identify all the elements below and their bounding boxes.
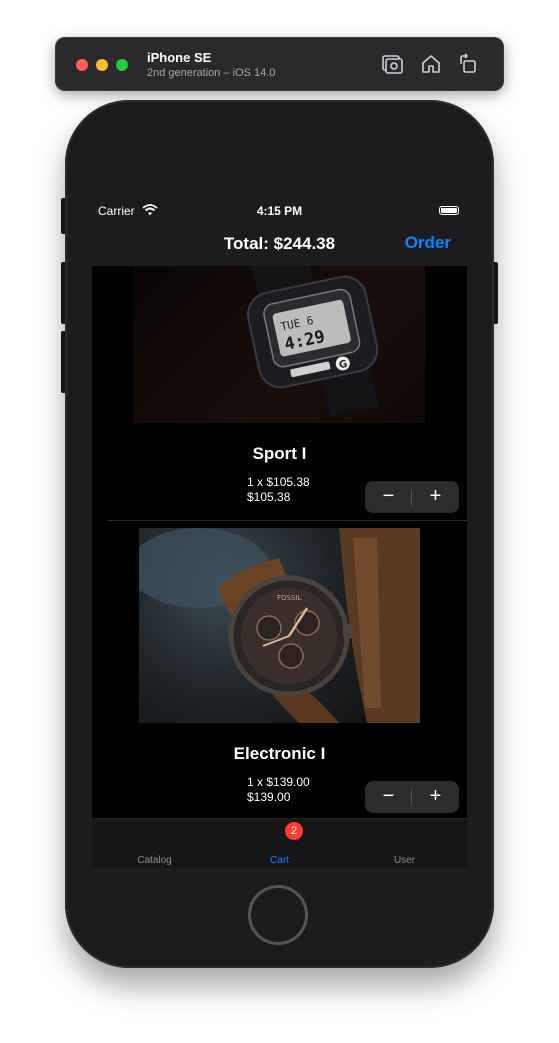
decrease-quantity-button[interactable]: −	[365, 481, 412, 513]
item-quantity-price: 1 x $139.00	[247, 775, 310, 789]
svg-text:FOSSIL: FOSSIL	[277, 594, 301, 602]
item-name: Sport I	[252, 444, 307, 463]
fossil-watch-photo: FOSSIL	[139, 528, 420, 723]
device-detail: 2nd generation – iOS 14.0	[147, 67, 276, 79]
status-time: 4:15 PM	[256, 204, 303, 218]
quantity-stepper[interactable]: − +	[365, 781, 459, 813]
tab-label: Catalog	[137, 855, 172, 866]
home-button[interactable]	[248, 885, 308, 945]
item-subtotal: $105.38	[247, 490, 291, 504]
tab-cart[interactable]: 2 Cart	[217, 819, 342, 868]
order-button[interactable]: Order	[405, 233, 451, 253]
app-screen: Carrier 4:15 PM Total: $244.38 Order TUE…	[92, 200, 467, 868]
cart-count-badge: 2	[285, 822, 303, 840]
tab-bar: Catalog 2 Cart User	[92, 818, 467, 868]
quantity-stepper[interactable]: − +	[365, 481, 459, 513]
screenshot-icon[interactable]	[380, 52, 404, 76]
close-window-button[interactable]	[76, 59, 88, 71]
tab-catalog[interactable]: Catalog	[92, 819, 217, 868]
g-shock-watch-photo: TUE 6 4:29 G	[133, 266, 425, 423]
tab-user[interactable]: User	[342, 819, 467, 868]
battery-icon	[439, 206, 459, 215]
tab-label: Cart	[270, 855, 289, 866]
item-quantity-price: 1 x $105.38	[247, 475, 310, 489]
navigation-bar: Total: $244.38 Order	[92, 222, 467, 266]
minimize-window-button[interactable]	[96, 59, 108, 71]
status-bar: Carrier 4:15 PM	[92, 200, 467, 222]
rotate-icon[interactable]	[456, 52, 480, 76]
cart-list[interactable]: TUE 6 4:29 G Sport I 1 x $105.38 $105.38…	[92, 266, 467, 818]
item-subtotal: $139.00	[247, 790, 291, 804]
item-name: Electronic I	[233, 744, 326, 763]
tab-label: User	[393, 855, 416, 866]
home-icon[interactable]	[419, 52, 443, 76]
cart-item: TUE 6 4:29 G Sport I 1 x $105.38 $105.38…	[92, 266, 467, 521]
increase-quantity-button[interactable]: +	[412, 481, 459, 513]
maximize-window-button[interactable]	[116, 59, 128, 71]
simulator-title-bar: iPhone SE 2nd generation – iOS 14.0	[55, 37, 504, 91]
cart-item: FOSSIL Electronic I 1 x $139.00 $139.00 …	[92, 528, 467, 818]
device-name: iPhone SE	[147, 50, 212, 65]
row-separator	[108, 520, 467, 521]
decrease-quantity-button[interactable]: −	[365, 781, 412, 813]
increase-quantity-button[interactable]: +	[412, 781, 459, 813]
